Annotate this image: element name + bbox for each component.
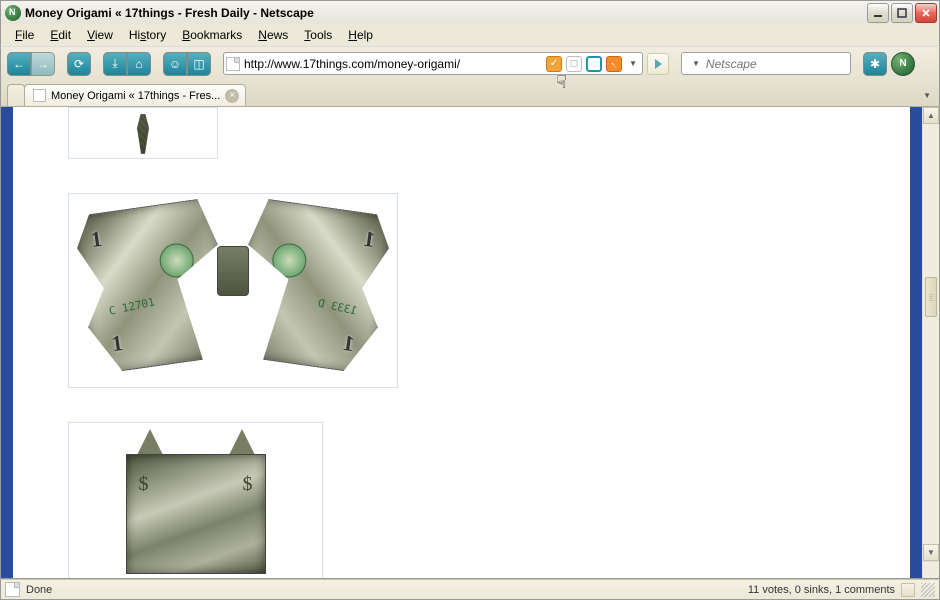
menu-edit[interactable]: Edit [42, 26, 79, 44]
navigation-toolbar: ← → ⟳ ⤓ ⌂ ☺ ◫ ✓ ◻ ৲ ▼ ▼ 🔍 ✱ N [0, 46, 940, 80]
status-right-text: 11 votes, 0 sinks, 1 comments [748, 584, 895, 596]
status-text: Done [26, 584, 52, 596]
scroll-up-button[interactable]: ▲ [923, 107, 939, 124]
scroll-corner [922, 561, 939, 578]
reload-button[interactable]: ⟳ [67, 52, 91, 76]
go-button[interactable] [647, 53, 669, 75]
page-main: C 12701 1333 D [13, 107, 910, 578]
menu-news[interactable]: News [250, 26, 296, 44]
menu-help[interactable]: Help [340, 26, 381, 44]
search-bar[interactable]: ▼ 🔍 [681, 52, 851, 75]
page-left-border [1, 107, 13, 578]
origami-image-2-butterfly[interactable]: C 12701 1333 D [68, 193, 398, 388]
bookmark-badge-icon[interactable]: ✓ [546, 56, 562, 72]
menu-file[interactable]: File [7, 26, 42, 44]
forward-button[interactable]: → [31, 52, 55, 76]
menu-history[interactable]: History [121, 26, 174, 44]
app-icon [5, 5, 21, 21]
maximize-button[interactable] [891, 3, 913, 23]
vertical-scrollbar[interactable]: ▲ ▼ [922, 107, 939, 578]
home-button[interactable]: ⌂ [127, 52, 151, 76]
menu-bookmarks[interactable]: Bookmarks [174, 26, 250, 44]
address-bar[interactable]: ✓ ◻ ৲ ▼ [223, 52, 643, 75]
page-icon [226, 57, 240, 71]
friends-button[interactable]: ☺ [163, 52, 187, 76]
window-titlebar: Money Origami « 17things - Fresh Daily -… [0, 0, 940, 24]
sidebar-button[interactable]: ◫ [187, 52, 211, 76]
window-controls [867, 3, 939, 23]
home-group: ⤓ ⌂ [103, 52, 151, 76]
page-right-border [910, 107, 922, 578]
rss-badge-icon[interactable]: ৲ [606, 56, 622, 72]
netscape-throbber-icon[interactable]: N [891, 52, 915, 76]
menu-tools[interactable]: Tools [296, 26, 340, 44]
blocked-badge-icon[interactable]: ◻ [566, 56, 582, 72]
close-button[interactable] [915, 3, 937, 23]
tab-active[interactable]: Money Origami « 17things - Fres... × [24, 84, 246, 106]
status-page-icon [5, 582, 20, 597]
web-page: C 12701 1333 D [1, 107, 922, 578]
tab-close-button[interactable]: × [225, 89, 239, 103]
origami-image-3-cat[interactable] [68, 422, 323, 578]
star-button[interactable]: ✱ [863, 52, 887, 76]
url-dropdown-icon[interactable]: ▼ [626, 59, 640, 68]
status-security-icon[interactable] [901, 583, 915, 597]
scroll-down-button[interactable]: ▼ [923, 544, 939, 561]
mail-badge-icon[interactable] [586, 56, 602, 72]
url-input[interactable] [244, 57, 542, 71]
menu-view[interactable]: View [79, 26, 121, 44]
new-tab-button[interactable] [7, 84, 25, 106]
status-bar: Done 11 votes, 0 sinks, 1 comments [0, 579, 940, 600]
origami-image-1[interactable] [68, 107, 218, 159]
content-area: C 12701 1333 D ▲ ▼ [0, 106, 940, 579]
window-title: Money Origami « 17things - Fresh Daily -… [25, 6, 867, 20]
tab-page-icon [33, 89, 46, 102]
resize-grip-icon[interactable] [921, 583, 935, 597]
tab-strip: Money Origami « 17things - Fres... × ▼ [0, 80, 940, 106]
stop-button[interactable]: ⤓ [103, 52, 127, 76]
scroll-thumb[interactable] [925, 277, 937, 317]
extra-group: ☺ ◫ [163, 52, 211, 76]
nav-group: ← → [7, 52, 55, 76]
tab-label: Money Origami « 17things - Fres... [51, 90, 220, 102]
minimize-button[interactable] [867, 3, 889, 23]
menu-bar: File Edit View History Bookmarks News To… [0, 24, 940, 46]
search-input[interactable] [706, 57, 863, 71]
back-button[interactable]: ← [7, 52, 31, 76]
tabs-dropdown-icon[interactable]: ▼ [921, 89, 933, 102]
